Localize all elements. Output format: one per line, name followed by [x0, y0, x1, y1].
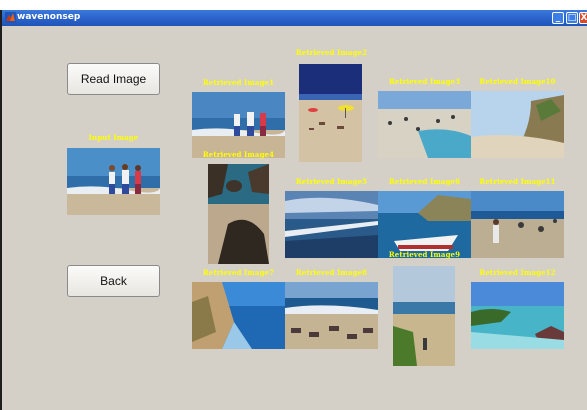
retrieved-image-6-caption: Retrieved Image6 [388, 177, 461, 186]
retrieved-image-10 [471, 91, 564, 158]
title-bar[interactable]: wavenonsep _ □ X [2, 10, 587, 26]
close-button[interactable]: X [579, 12, 587, 24]
retrieved-image-10-caption: Retrieved Image10 [479, 77, 556, 86]
app-window: wavenonsep _ □ X Read Image Back Input I… [0, 10, 587, 410]
retrieved-image-4 [208, 164, 269, 264]
retrieved-image-4-caption: Retrieved Image4 [202, 150, 275, 159]
retrieved-image-7-caption: Retrieved Image7 [202, 268, 275, 277]
matlab-logo-icon [5, 12, 16, 23]
retrieved-image-2 [299, 64, 362, 162]
retrieved-image-1-caption: Retrieved Image1 [202, 78, 275, 87]
retrieved-image-12 [471, 282, 564, 349]
back-button[interactable]: Back [67, 265, 160, 297]
retrieved-image-12-caption: Retrieved Image12 [479, 268, 556, 277]
retrieved-image-9 [393, 266, 455, 366]
retrieved-image-8 [285, 282, 378, 349]
retrieved-image-3-caption: Retrieved Image3 [388, 77, 461, 86]
retrieved-image-2-caption: Retrieved Image2 [295, 48, 368, 57]
minimize-button[interactable]: _ [552, 12, 564, 24]
figure-canvas: Read Image Back Input Image Retrieved Im… [2, 26, 587, 410]
retrieved-image-11-caption: Retrieved Image11 [479, 177, 556, 186]
retrieved-image-7 [192, 282, 285, 349]
retrieved-image-3 [378, 91, 471, 158]
retrieved-image-5 [285, 191, 378, 258]
read-image-button[interactable]: Read Image [67, 63, 160, 95]
retrieved-image-1 [192, 92, 285, 158]
input-image [67, 148, 160, 215]
retrieved-image-11 [471, 191, 564, 258]
retrieved-image-6 [378, 191, 471, 258]
window-title: wavenonsep [17, 12, 81, 22]
retrieved-image-8-caption: Retrieved Image8 [295, 268, 368, 277]
retrieved-image-9-caption: Retrieved Image9 [388, 250, 461, 259]
input-image-caption: Input Image [88, 133, 139, 142]
retrieved-image-5-caption: Retrieved Image5 [295, 177, 368, 186]
maximize-button[interactable]: □ [566, 12, 578, 24]
